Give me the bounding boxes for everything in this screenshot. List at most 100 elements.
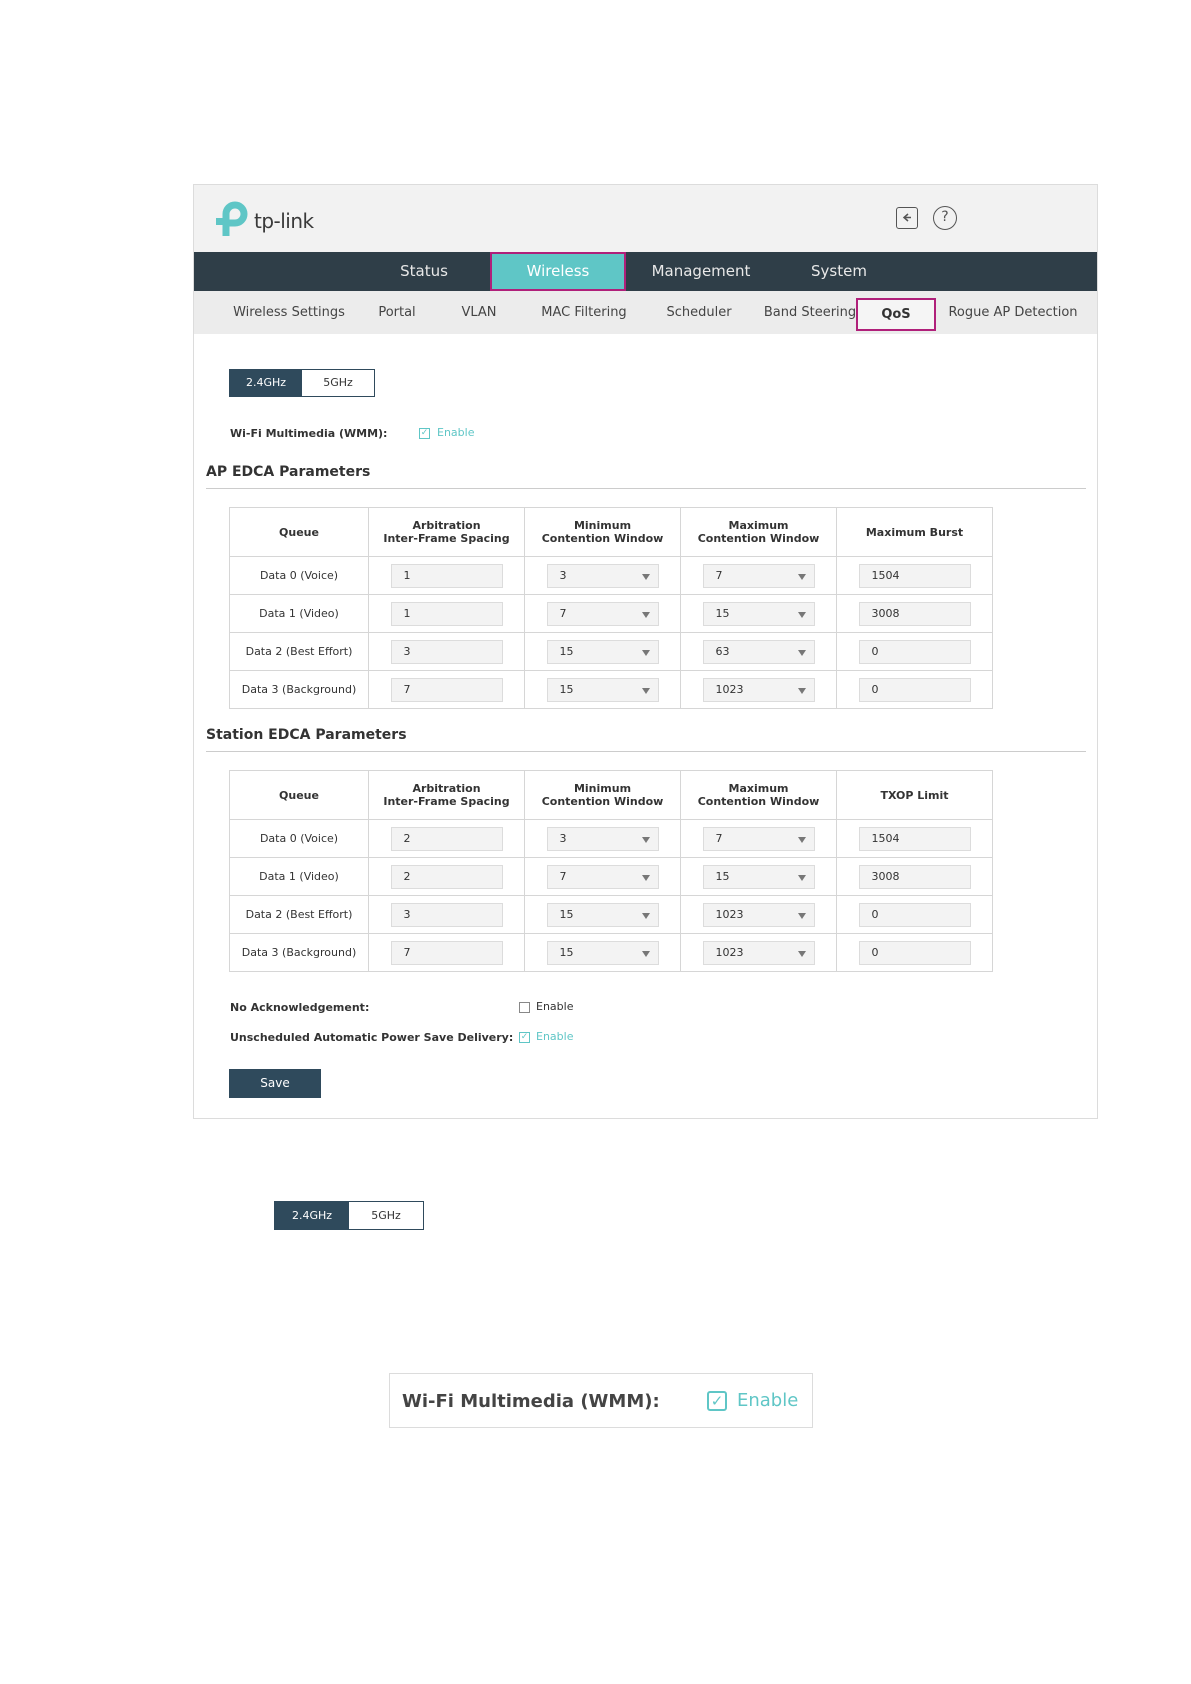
wmm-checkbox[interactable]: ✓	[419, 428, 430, 439]
main-nav: Status Wireless Management System	[194, 252, 1097, 291]
select-value: 1023	[715, 907, 744, 921]
col-cwmax: Maximum Contention Window	[680, 507, 837, 557]
cwmin-select[interactable]: 7	[546, 601, 659, 626]
aifs-input[interactable]: 3	[390, 639, 503, 664]
dropdown-arrow-icon	[641, 573, 650, 580]
cwmin-select[interactable]: 15	[546, 902, 659, 927]
dropdown-arrow-icon	[797, 874, 806, 881]
help-icon[interactable]: ?	[933, 206, 957, 230]
cwmax-select[interactable]: 1023	[702, 940, 815, 965]
col-txop-limit: TXOP Limit	[836, 770, 993, 820]
aifs-input[interactable]: 7	[390, 940, 503, 965]
txop-limit-input[interactable]: 1504	[858, 826, 971, 851]
band-2-4ghz-button[interactable]: 2.4GHz	[275, 1202, 349, 1229]
cwmax-select[interactable]: 1023	[702, 902, 815, 927]
save-button[interactable]: Save	[229, 1069, 321, 1098]
dropdown-arrow-icon	[641, 874, 650, 881]
subtab-band-steering[interactable]: Band Steering	[752, 291, 868, 334]
band-switch-zoom: 2.4GHz 5GHz	[274, 1201, 424, 1230]
queue-name: Data 3 (Background)	[229, 670, 369, 709]
max-burst-input[interactable]: 1504	[858, 563, 971, 588]
select-value: 3	[559, 831, 567, 845]
cwmax-select[interactable]: 1023	[702, 677, 815, 702]
cwmin-select[interactable]: 3	[546, 826, 659, 851]
select-value: 63	[715, 644, 730, 658]
dropdown-arrow-icon	[641, 950, 650, 957]
wmm-enable-label: Enable	[737, 1390, 799, 1411]
cwmax-select[interactable]: 7	[702, 826, 815, 851]
logout-icon[interactable]	[896, 207, 918, 229]
col-aifs: Arbitration Inter-Frame Spacing	[368, 770, 525, 820]
aifs-input[interactable]: 3	[390, 902, 503, 927]
band-5ghz-button[interactable]: 5GHz	[302, 370, 374, 396]
tp-link-logo: tp-link	[214, 200, 324, 240]
select-value: 15	[715, 869, 730, 883]
cwmin-select[interactable]: 15	[546, 940, 659, 965]
select-value: 3	[559, 568, 567, 582]
no-ack-checkbox[interactable]	[519, 1002, 530, 1013]
txop-limit-input[interactable]: 3008	[858, 864, 971, 889]
dropdown-arrow-icon	[797, 950, 806, 957]
tab-status[interactable]: Status	[370, 252, 478, 291]
queue-name: Data 0 (Voice)	[229, 819, 369, 858]
txop-limit-input[interactable]: 0	[858, 902, 971, 927]
wmm-checkbox[interactable]: ✓	[707, 1391, 727, 1411]
table-row: Data 1 (Video) 2 7 15 3008	[229, 857, 993, 896]
select-value: 15	[559, 682, 574, 696]
settings-window: tp-link ? Status Wireless Management Sys…	[193, 184, 1098, 1119]
select-value: 7	[559, 869, 567, 883]
subtab-vlan[interactable]: VLAN	[434, 291, 524, 334]
cwmin-select[interactable]: 3	[546, 563, 659, 588]
logo-text: tp-link	[254, 209, 314, 233]
max-burst-input[interactable]: 3008	[858, 601, 971, 626]
aifs-input[interactable]: 7	[390, 677, 503, 702]
queue-name: Data 2 (Best Effort)	[229, 632, 369, 671]
wmm-enable-label: Enable	[437, 426, 475, 439]
subtab-portal[interactable]: Portal	[364, 291, 430, 334]
aifs-input[interactable]: 1	[390, 601, 503, 626]
select-value: 1023	[715, 682, 744, 696]
tab-wireless[interactable]: Wireless	[490, 252, 626, 291]
uapsd-checkbox[interactable]: ✓	[519, 1032, 530, 1043]
dropdown-arrow-icon	[797, 687, 806, 694]
uapsd-enable-label: Enable	[536, 1030, 574, 1043]
cwmin-select[interactable]: 15	[546, 639, 659, 664]
cwmin-select[interactable]: 15	[546, 677, 659, 702]
wmm-label: Wi-Fi Multimedia (WMM):	[230, 427, 388, 440]
table-header-row: Queue Arbitration Inter-Frame Spacing Mi…	[229, 770, 993, 820]
subtab-rogue-ap-detection[interactable]: Rogue AP Detection	[938, 291, 1088, 334]
queue-name: Data 1 (Video)	[229, 857, 369, 896]
select-value: 15	[559, 644, 574, 658]
table-row: Data 1 (Video) 1 7 15 3008	[229, 594, 993, 633]
divider	[206, 488, 1086, 489]
wmm-zoom-panel: Wi-Fi Multimedia (WMM): ✓ Enable	[389, 1373, 813, 1428]
cwmax-select[interactable]: 15	[702, 864, 815, 889]
subtab-wireless-settings[interactable]: Wireless Settings	[214, 291, 364, 334]
band-5ghz-button[interactable]: 5GHz	[349, 1202, 423, 1229]
divider	[206, 751, 1086, 752]
table-header-row: Queue Arbitration Inter-Frame Spacing Mi…	[229, 507, 993, 557]
cwmax-select[interactable]: 7	[702, 563, 815, 588]
aifs-input[interactable]: 2	[390, 864, 503, 889]
subtab-qos[interactable]: QoS	[856, 298, 936, 331]
cwmax-select[interactable]: 63	[702, 639, 815, 664]
no-ack-label: No Acknowledgement:	[230, 1001, 370, 1014]
tab-system[interactable]: System	[784, 252, 894, 291]
max-burst-input[interactable]: 0	[858, 677, 971, 702]
sub-nav: Wireless Settings Portal VLAN MAC Filter…	[194, 291, 1097, 334]
txop-limit-input[interactable]: 0	[858, 940, 971, 965]
cwmax-select[interactable]: 15	[702, 601, 815, 626]
table-row: Data 3 (Background) 7 15 1023 0	[229, 933, 993, 972]
aifs-input[interactable]: 1	[390, 563, 503, 588]
select-value: 7	[715, 568, 723, 582]
subtab-mac-filtering[interactable]: MAC Filtering	[524, 291, 644, 334]
aifs-input[interactable]: 2	[390, 826, 503, 851]
queue-name: Data 3 (Background)	[229, 933, 369, 972]
select-value: 15	[559, 907, 574, 921]
band-2-4ghz-button[interactable]: 2.4GHz	[230, 370, 302, 396]
tab-management[interactable]: Management	[626, 252, 776, 291]
dropdown-arrow-icon	[797, 836, 806, 843]
subtab-scheduler[interactable]: Scheduler	[644, 291, 754, 334]
cwmin-select[interactable]: 7	[546, 864, 659, 889]
max-burst-input[interactable]: 0	[858, 639, 971, 664]
